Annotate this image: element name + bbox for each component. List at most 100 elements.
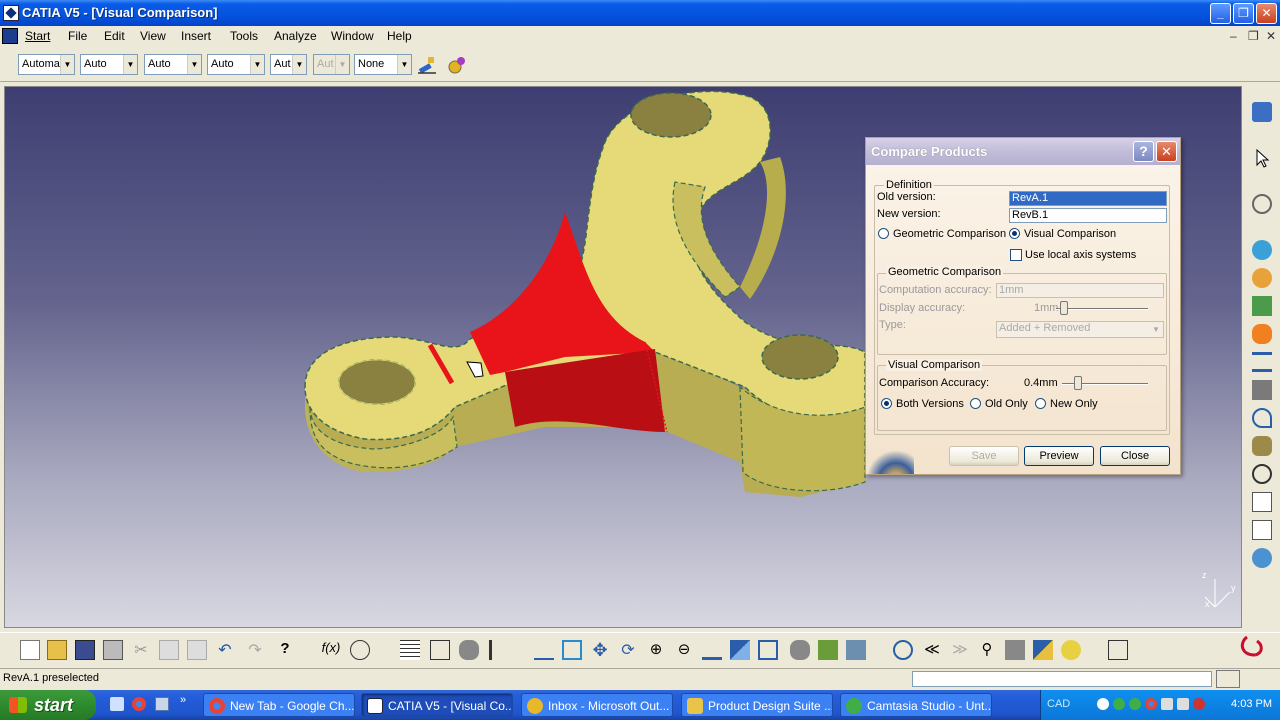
fill-color-combo[interactable]: Automa ▼ — [18, 54, 75, 75]
chrome-quicklaunch-icon[interactable] — [132, 697, 146, 711]
copy-icon[interactable] — [159, 640, 179, 660]
tray-chrome-icon[interactable] — [1145, 698, 1157, 710]
both-versions-radio[interactable] — [881, 398, 892, 409]
undo-icon[interactable]: ↶ — [215, 640, 235, 660]
new-document-icon[interactable] — [20, 640, 40, 660]
image-icon[interactable] — [1033, 640, 1053, 660]
tray-volume-icon[interactable] — [1177, 698, 1189, 710]
open-folder-icon[interactable] — [47, 640, 67, 660]
navigation-icon[interactable]: ≪ — [922, 640, 942, 660]
3d-compass-icon[interactable] — [893, 640, 913, 660]
swap-space-icon[interactable] — [846, 640, 866, 660]
command-input[interactable] — [912, 671, 1212, 687]
close-window-button[interactable]: ✕ — [1256, 3, 1277, 24]
maximize-button[interactable]: ❐ — [1233, 3, 1254, 24]
doc-close-icon[interactable]: ✕ — [1266, 29, 1276, 43]
bolt-icon[interactable] — [1252, 436, 1272, 456]
comparison-accuracy-slider-thumb[interactable] — [1074, 376, 1082, 390]
geometric-comparison-label[interactable]: Geometric Comparison — [893, 228, 1006, 240]
analysis-icon[interactable] — [1005, 640, 1025, 660]
globe-icon[interactable] — [1252, 548, 1272, 568]
shading-icon[interactable] — [790, 640, 810, 660]
tray-camtasia-icon[interactable] — [1113, 698, 1125, 710]
fly-mode-icon[interactable] — [534, 640, 554, 660]
transparency-combo[interactable]: Auto ▼ — [80, 54, 138, 75]
rotate-icon[interactable]: ⟳ — [618, 640, 638, 660]
search-icon[interactable]: ⚲ — [977, 640, 997, 660]
close-button[interactable]: Close — [1100, 446, 1170, 466]
paste-icon[interactable] — [187, 640, 207, 660]
comment-icon[interactable] — [350, 640, 370, 660]
constraint-icon[interactable] — [1252, 324, 1272, 344]
line-thickness-combo[interactable]: Auto ▼ — [144, 54, 202, 75]
menu-analyze[interactable]: Analyze — [274, 29, 317, 43]
window-title-bar[interactable]: CATIA V5 - [Visual Comparison] _ ❐ ✕ — [0, 0, 1280, 26]
fit-all-icon[interactable] — [562, 640, 582, 660]
doc-minimize-icon[interactable]: – — [1230, 29, 1237, 43]
painter-brush-icon[interactable] — [416, 54, 438, 76]
menu-window[interactable]: Window — [331, 29, 374, 43]
use-local-axis-checkbox[interactable] — [1010, 249, 1022, 261]
workbench-icon[interactable] — [1252, 102, 1272, 122]
clash-icon[interactable] — [1252, 380, 1272, 400]
tray-security-icon[interactable] — [1193, 698, 1205, 710]
new-only-radio[interactable] — [1035, 398, 1046, 409]
zoom-out-icon[interactable]: ⊖ — [674, 640, 694, 660]
quicklaunch-more-icon[interactable]: » — [180, 694, 186, 706]
assembly-icon[interactable] — [1252, 268, 1272, 288]
new-version-field[interactable]: RevB.1 — [1009, 208, 1167, 223]
text-annotation-icon[interactable] — [1252, 464, 1272, 484]
minimize-button[interactable]: _ — [1210, 3, 1231, 24]
select-arrow-icon[interactable] — [1252, 148, 1272, 168]
table-icon[interactable] — [400, 640, 420, 660]
redo-icon[interactable]: ↷ — [245, 640, 265, 660]
measure-icon[interactable] — [1252, 352, 1272, 372]
task-outlook[interactable]: Inbox - Microsoft Out... — [521, 693, 673, 717]
point-type-combo[interactable]: Aut ▼ — [270, 54, 307, 75]
print-icon[interactable] — [103, 640, 123, 660]
old-version-field[interactable]: RevA.1 — [1009, 191, 1167, 206]
zoom-in-icon[interactable]: ⊕ — [646, 640, 666, 660]
normal-view-icon[interactable] — [702, 640, 722, 660]
dialog-title-bar[interactable]: Compare Products ? ✕ — [866, 138, 1180, 165]
lock-icon[interactable] — [459, 640, 479, 660]
pan-icon[interactable]: ✥ — [590, 640, 610, 660]
iso-view-icon[interactable] — [758, 640, 778, 660]
show-desktop-icon[interactable] — [110, 697, 124, 711]
both-versions-label[interactable]: Both Versions — [896, 398, 964, 410]
next-icon[interactable]: ≫ — [950, 640, 970, 660]
2d-view-icon[interactable] — [1252, 492, 1272, 512]
language-indicator[interactable]: CAD — [1047, 698, 1070, 710]
old-only-label[interactable]: Old Only — [985, 398, 1028, 410]
publish-icon[interactable] — [1108, 640, 1128, 660]
move-icon[interactable] — [1252, 408, 1272, 428]
multi-view-icon[interactable] — [730, 640, 750, 660]
whats-this-icon[interactable]: ? — [275, 640, 295, 660]
menu-start[interactable]: Start — [25, 29, 50, 43]
task-chrome[interactable]: New Tab - Google Ch... — [203, 693, 355, 717]
save-icon[interactable] — [75, 640, 95, 660]
task-camtasia[interactable]: Camtasia Studio - Unt... — [840, 693, 992, 717]
light-icon[interactable] — [1061, 640, 1081, 660]
preview-button[interactable]: Preview — [1024, 446, 1094, 466]
tray-expand-icon[interactable] — [1097, 698, 1109, 710]
menu-file[interactable]: File — [68, 29, 87, 43]
catia-compass-icon[interactable] — [2, 28, 18, 44]
visual-comparison-radio[interactable] — [1009, 228, 1020, 239]
task-product-design[interactable]: Product Design Suite ... — [681, 693, 833, 717]
menu-view[interactable]: View — [140, 29, 166, 43]
geometric-comparison-radio[interactable] — [878, 228, 889, 239]
tray-network-icon[interactable] — [1161, 698, 1173, 710]
layout-toggle-button[interactable] — [1216, 670, 1240, 688]
visual-comparison-label[interactable]: Visual Comparison — [1024, 228, 1116, 240]
cut-icon[interactable]: ✂ — [131, 640, 151, 660]
hide-show-icon[interactable] — [818, 640, 838, 660]
product-icon[interactable] — [1252, 240, 1272, 260]
dialog-close-icon[interactable]: ✕ — [1156, 141, 1177, 162]
explorer-quicklaunch-icon[interactable] — [155, 697, 169, 711]
graphic-properties-icon[interactable] — [446, 54, 468, 76]
compass-snap-icon[interactable] — [1252, 194, 1272, 214]
menu-insert[interactable]: Insert — [181, 29, 211, 43]
line-type-combo[interactable]: Auto ▼ — [207, 54, 265, 75]
formula-icon[interactable]: f(x) — [321, 640, 341, 660]
